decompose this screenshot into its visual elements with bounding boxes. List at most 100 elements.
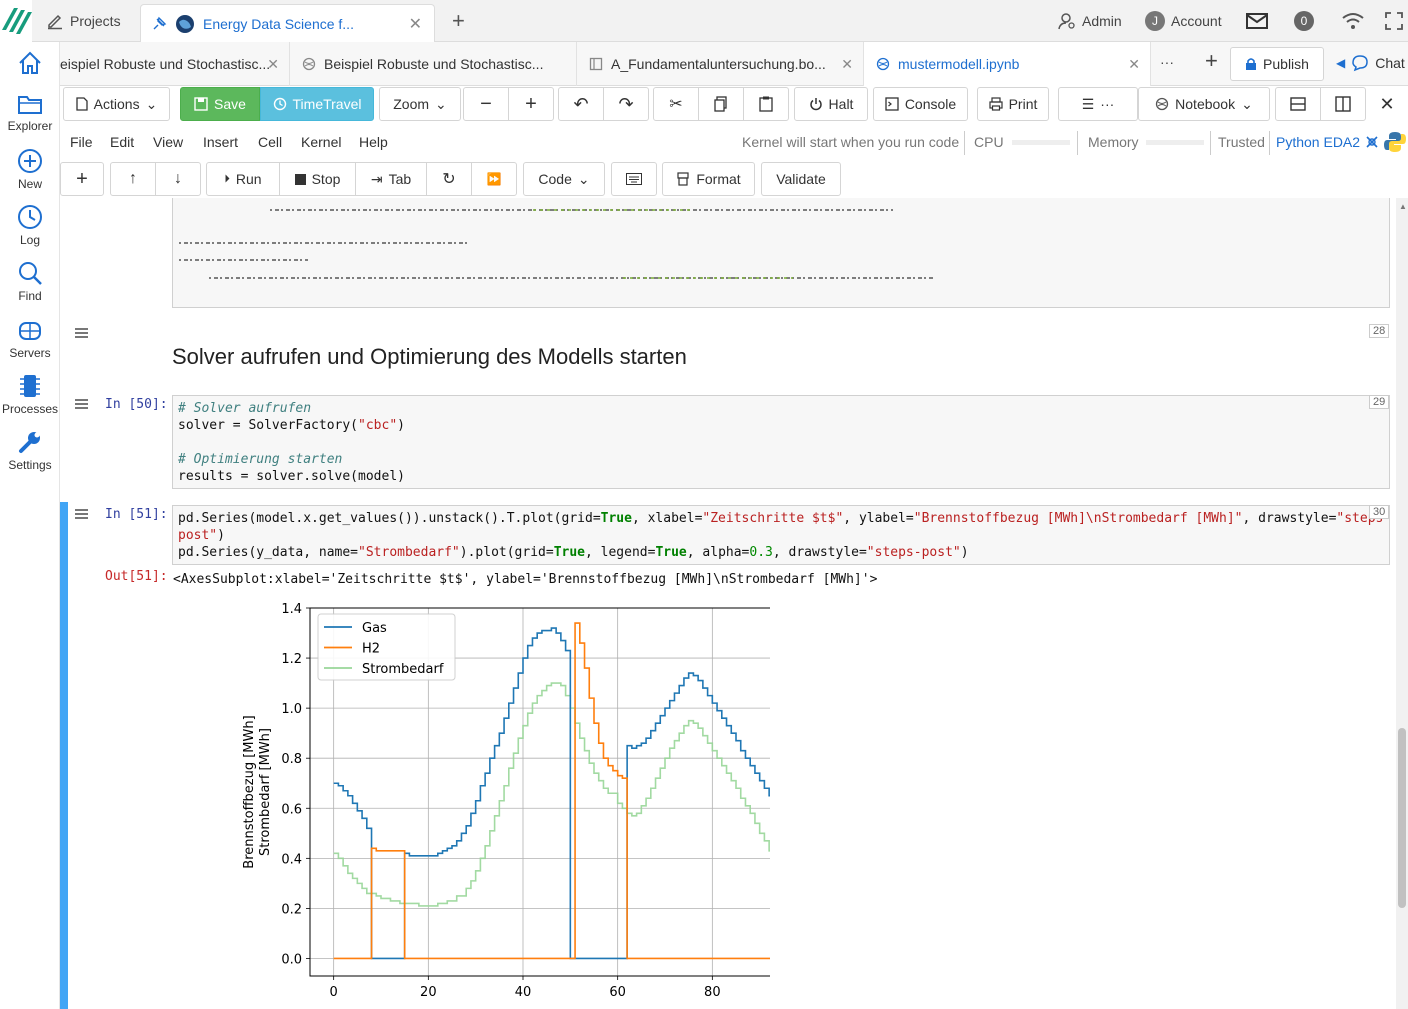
redo-button[interactable]: ↷ <box>603 87 649 121</box>
add-tab-button[interactable]: + <box>1205 48 1218 74</box>
code-cell-29[interactable]: # Solver aufrufen solver = SolverFactory… <box>172 395 1390 489</box>
save-button[interactable]: Save <box>180 87 260 121</box>
actions-label: Actions <box>93 96 140 112</box>
home-button[interactable] <box>0 50 60 79</box>
print-button[interactable]: Print <box>977 87 1049 121</box>
split-vertical-button[interactable] <box>1320 87 1366 121</box>
fullscreen-button[interactable] <box>1384 0 1404 42</box>
sidebar-item-log[interactable]: Log <box>0 204 60 247</box>
move-up-button[interactable]: ↑ <box>110 162 156 196</box>
zoom-in-button[interactable]: + <box>508 87 554 121</box>
keyboard-button[interactable] <box>611 162 657 196</box>
connection-status[interactable] <box>1342 0 1364 42</box>
sidebar-item-settings[interactable]: Settings <box>0 429 60 472</box>
code-line: pd.Series(model.x.get_values()).unstack(… <box>178 511 1390 526</box>
account-button[interactable]: J Account <box>1145 0 1222 42</box>
halt-button[interactable]: Halt <box>794 87 868 121</box>
close-icon[interactable]: ✕ <box>1128 56 1140 73</box>
notifications-button[interactable]: 0 <box>1294 0 1314 42</box>
sidebar-item-new[interactable]: New <box>0 148 60 191</box>
notebook-dropdown[interactable]: Notebook ⌄ <box>1138 87 1270 121</box>
run-all-button[interactable]: ⏩ <box>471 162 517 196</box>
timetravel-button[interactable]: TimeTravel <box>260 87 374 121</box>
project-tab[interactable]: Energy Data Science f... ✕ <box>140 4 435 42</box>
sidebar-item-find[interactable]: Find <box>0 260 60 303</box>
more-label: ··· <box>1100 96 1115 112</box>
scroll-up-icon[interactable]: ▲ <box>1399 202 1407 211</box>
doc-tab-active[interactable]: mustermodell.ipynb ✕ <box>864 42 1151 86</box>
chat-button[interactable]: ◀ Chat <box>1336 54 1405 72</box>
sidebar-label: Processes <box>1 402 59 416</box>
doc-tab[interactable]: eispiel Robuste und Stochastisc... ✕ <box>60 42 290 86</box>
scrollbar-thumb[interactable] <box>1398 728 1406 908</box>
y-tick-label: 0.4 <box>281 852 302 867</box>
validate-button[interactable]: Validate <box>761 162 841 196</box>
save-label: Save <box>214 96 246 112</box>
sidebar-item-processes[interactable]: Processes <box>0 373 60 416</box>
format-button[interactable]: Format <box>662 162 755 196</box>
sidebar-item-explorer[interactable]: Explorer <box>0 92 60 133</box>
section-heading: Solver aufrufen und Optimierung des Mode… <box>172 344 687 369</box>
scrollbar-track[interactable]: ▲ <box>1396 198 1408 1009</box>
cell-type-dropdown[interactable]: Code ⌄ <box>523 162 605 196</box>
lock-icon <box>1246 58 1257 70</box>
console-button[interactable]: Console <box>873 87 968 121</box>
split-horizontal-button[interactable] <box>1275 87 1321 121</box>
overflow-menu[interactable]: ☰ ··· <box>1058 87 1138 121</box>
undo-button[interactable]: ↶ <box>558 87 604 121</box>
close-icon[interactable]: ✕ <box>267 56 279 73</box>
cell-menu-icon[interactable] <box>75 509 88 519</box>
restart-button[interactable]: ↻ <box>426 162 472 196</box>
close-frame-button[interactable]: ✕ <box>1366 87 1408 121</box>
divider <box>1269 131 1270 155</box>
zoom-out-button[interactable]: − <box>463 87 509 121</box>
menu-kernel[interactable]: Kernel <box>301 126 341 158</box>
plus-circle-icon <box>18 149 42 173</box>
tab-button[interactable]: ⇥ Tab <box>355 162 427 196</box>
code-line: # Optimierung starten <box>178 451 1384 468</box>
copy-button[interactable] <box>698 87 744 121</box>
code-cell-30[interactable]: pd.Series(model.x.get_values()).unstack(… <box>172 505 1390 565</box>
cell-type-label: Code <box>538 171 572 187</box>
stop-button[interactable]: Stop <box>279 162 356 196</box>
publish-button[interactable]: Publish <box>1230 47 1324 81</box>
doc-tab-label: Beispiel Robuste und Stochastisc... <box>324 56 544 72</box>
y-tick-label: 0.0 <box>281 952 302 967</box>
cut-button[interactable]: ✂ <box>653 87 699 121</box>
save-icon <box>194 97 208 111</box>
new-tab-button[interactable]: + <box>452 0 465 42</box>
sidebar-item-servers[interactable]: Servers <box>0 317 60 360</box>
close-tab-icon[interactable]: ✕ <box>409 14 422 34</box>
insert-cell-button[interactable]: + <box>60 162 104 196</box>
trusted-label[interactable]: Trusted <box>1218 126 1265 158</box>
menu-help[interactable]: Help <box>359 126 388 158</box>
menu-view[interactable]: View <box>153 126 183 158</box>
run-button[interactable]: ⏵ Run <box>206 162 280 196</box>
menu-file[interactable]: File <box>70 126 93 158</box>
more-tabs-button[interactable]: ··· <box>1160 54 1174 70</box>
cell-menu-icon[interactable] <box>75 328 88 338</box>
paste-button[interactable] <box>743 87 789 121</box>
actions-dropdown[interactable]: Actions ⌄ <box>63 87 170 121</box>
menu-insert[interactable]: Insert <box>203 126 238 158</box>
close-icon[interactable]: ✕ <box>841 56 853 73</box>
notebook-area[interactable]: Solver aufrufen und Optimierung des Mode… <box>60 198 1408 1009</box>
menu-cell[interactable]: Cell <box>258 126 282 158</box>
messages-button[interactable] <box>1246 0 1268 42</box>
doc-tab[interactable]: Beispiel Robuste und Stochastisc... <box>290 42 577 86</box>
keyboard-icon <box>626 173 642 185</box>
admin-button[interactable]: Admin <box>1058 0 1122 42</box>
doc-tab[interactable]: A_Fundamentaluntersuchung.bo... ✕ <box>577 42 864 86</box>
move-down-button[interactable]: ↓ <box>155 162 201 196</box>
close-icon: ✕ <box>1379 93 1395 114</box>
projects-button[interactable]: Projects <box>46 0 121 42</box>
menu-edit[interactable]: Edit <box>110 126 134 158</box>
kernel-selector[interactable]: Python EDA2 <box>1276 126 1407 158</box>
envelope-icon <box>1246 13 1268 29</box>
cell-menu-icon[interactable] <box>75 399 88 409</box>
left-sidebar: Explorer New Log Find Servers Processes … <box>0 42 60 1009</box>
code-cell-previous[interactable] <box>172 198 1390 308</box>
app-logo[interactable] <box>0 0 32 42</box>
chevron-down-icon: ⌄ <box>1241 95 1253 112</box>
zoom-dropdown[interactable]: Zoom ⌄ <box>379 87 461 121</box>
